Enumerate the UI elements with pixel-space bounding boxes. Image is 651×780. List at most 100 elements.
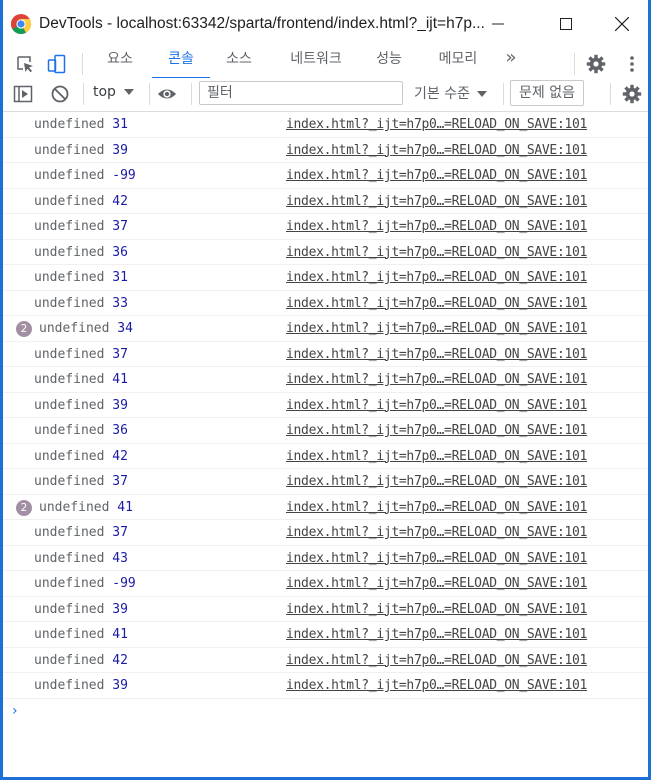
source-link[interactable]: index.html?_ijt=h7p0…=RELOAD_ON_SAVE:101 [286,449,587,464]
source-link[interactable]: index.html?_ijt=h7p0…=RELOAD_ON_SAVE:101 [286,143,587,158]
eye-icon [157,89,177,99]
source-link[interactable]: index.html?_ijt=h7p0…=RELOAD_ON_SAVE:101 [286,194,587,209]
message-value: 34 [117,321,133,336]
message-value: 37 [112,346,128,362]
toolbar-divider-3 [191,83,192,105]
message-text: undefined -99 [34,168,136,183]
source-link[interactable]: index.html?_ijt=h7p0…=RELOAD_ON_SAVE:101 [286,117,587,132]
message-value: 37 [112,525,128,540]
window-title: DevTools - localhost:63342/sparta/fronte… [39,15,485,32]
toolbar-divider-5 [610,83,611,105]
title-bar[interactable]: DevTools - localhost:63342/sparta/fronte… [3,0,648,48]
console-message: undefined 33 index.html?_ijt=h7p0…=RELOAD… [3,291,648,316]
context-selector[interactable]: top [93,84,135,100]
devtools-window: DevTools - localhost:63342/sparta/fronte… [0,0,651,780]
message-value: 39 [112,397,128,413]
message-value: -99 [112,576,136,591]
source-link[interactable]: index.html?_ijt=h7p0…=RELOAD_ON_SAVE:101 [286,500,587,515]
console-message: undefined 37 index.html?_ijt=h7p0…=RELOAD… [3,469,648,495]
message-text: undefined 31 [34,117,128,132]
tab-sources[interactable]: 소스 [210,48,268,78]
tab-network[interactable]: 네트워크 [271,48,361,78]
tab-memory[interactable]: 메모리 [424,48,492,78]
message-text: undefined 36 [34,423,128,438]
tab-console[interactable]: 콘솔 [152,48,210,79]
sidebar-toggle-button[interactable] [13,84,33,104]
message-undefined: undefined [34,652,105,668]
minimize-button[interactable] [475,0,521,48]
message-text: undefined 37 [34,474,128,489]
console-message: undefined 43 index.html?_ijt=h7p0…=RELOAD… [3,546,648,571]
inspect-element-button[interactable] [15,54,35,74]
message-value: 42 [112,652,128,668]
tab-elements[interactable]: 요소 [91,48,149,78]
close-button[interactable] [599,0,645,48]
device-toolbar-button[interactable] [47,54,67,74]
console-message: undefined -99 index.html?_ijt=h7p0…=RELOA… [3,571,648,597]
source-link[interactable]: index.html?_ijt=h7p0…=RELOAD_ON_SAVE:101 [286,627,587,642]
source-link[interactable]: index.html?_ijt=h7p0…=RELOAD_ON_SAVE:101 [286,398,587,413]
console-message: undefined -99 index.html?_ijt=h7p0…=RELOA… [3,163,648,189]
console-prompt[interactable]: › [12,703,18,719]
message-value: 36 [112,423,128,438]
message-text: undefined 33 [34,296,128,311]
message-text: undefined 37 [34,525,128,540]
message-undefined: undefined [34,448,105,464]
source-link[interactable]: index.html?_ijt=h7p0…=RELOAD_ON_SAVE:101 [286,525,587,540]
source-link[interactable]: index.html?_ijt=h7p0…=RELOAD_ON_SAVE:101 [286,245,587,260]
message-undefined: undefined [34,219,105,234]
message-text: undefined 39 [34,398,128,413]
message-value: 31 [112,270,128,285]
message-undefined: undefined [34,397,105,413]
source-link[interactable]: index.html?_ijt=h7p0…=RELOAD_ON_SAVE:101 [286,321,587,336]
source-link[interactable]: index.html?_ijt=h7p0…=RELOAD_ON_SAVE:101 [286,678,587,693]
log-levels-dropdown[interactable]: 기본 수준 [414,83,488,103]
filter-input[interactable] [199,81,403,105]
message-text: undefined 39 [34,143,128,158]
more-tabs-icon[interactable]: » [499,48,523,78]
console-settings-button[interactable] [622,84,642,104]
source-link[interactable]: index.html?_ijt=h7p0…=RELOAD_ON_SAVE:101 [286,474,587,489]
source-link[interactable]: index.html?_ijt=h7p0…=RELOAD_ON_SAVE:101 [286,423,587,438]
live-expression-button[interactable] [157,84,177,104]
tab-bar-divider [82,53,83,75]
source-link[interactable]: index.html?_ijt=h7p0…=RELOAD_ON_SAVE:101 [286,168,587,183]
message-undefined: undefined [34,270,105,285]
console-message: undefined 39 index.html?_ijt=h7p0…=RELOAD… [3,673,648,699]
console-message: undefined 41 index.html?_ijt=h7p0…=RELOAD… [3,622,648,648]
source-link[interactable]: index.html?_ijt=h7p0…=RELOAD_ON_SAVE:101 [286,296,587,311]
message-undefined: undefined [34,244,105,260]
source-link[interactable]: index.html?_ijt=h7p0…=RELOAD_ON_SAVE:101 [286,372,587,387]
message-undefined: undefined [34,423,105,438]
console-message: undefined 37 index.html?_ijt=h7p0…=RELOAD… [3,214,648,240]
message-value: 39 [112,678,128,693]
toolbar-divider-4 [503,83,504,105]
message-value: 42 [112,193,128,209]
source-link[interactable]: index.html?_ijt=h7p0…=RELOAD_ON_SAVE:101 [286,653,587,668]
console-message: undefined 41 index.html?_ijt=h7p0…=RELOAD… [3,367,648,393]
maximize-button[interactable] [543,0,589,48]
source-link[interactable]: index.html?_ijt=h7p0…=RELOAD_ON_SAVE:101 [286,602,587,617]
source-link[interactable]: index.html?_ijt=h7p0…=RELOAD_ON_SAVE:101 [286,347,587,362]
message-undefined: undefined [34,678,105,693]
tab-performance[interactable]: 성능 [360,48,418,78]
source-link[interactable]: index.html?_ijt=h7p0…=RELOAD_ON_SAVE:101 [286,219,587,234]
console-message: undefined 37 index.html?_ijt=h7p0…=RELOAD… [3,520,648,546]
clear-console-icon [51,85,69,103]
message-undefined: undefined [34,295,105,311]
source-link[interactable]: index.html?_ijt=h7p0…=RELOAD_ON_SAVE:101 [286,551,587,566]
message-text: undefined 41 [34,627,128,642]
console-message: undefined 31 index.html?_ijt=h7p0…=RELOAD… [3,265,648,291]
settings-button[interactable] [586,54,606,74]
kebab-menu-button[interactable] [622,54,642,74]
source-link[interactable]: index.html?_ijt=h7p0…=RELOAD_ON_SAVE:101 [286,270,587,285]
message-value: 37 [112,474,128,489]
clear-console-button[interactable] [50,84,70,104]
issues-button[interactable]: 문제 없음 [510,80,584,106]
message-undefined: undefined [34,117,105,132]
message-text: undefined 39 [34,678,128,693]
message-text: undefined 41 [34,372,128,387]
console-message: undefined 42 index.html?_ijt=h7p0…=RELOAD… [3,189,648,214]
source-link[interactable]: index.html?_ijt=h7p0…=RELOAD_ON_SAVE:101 [286,576,587,591]
message-value: 36 [112,244,128,260]
